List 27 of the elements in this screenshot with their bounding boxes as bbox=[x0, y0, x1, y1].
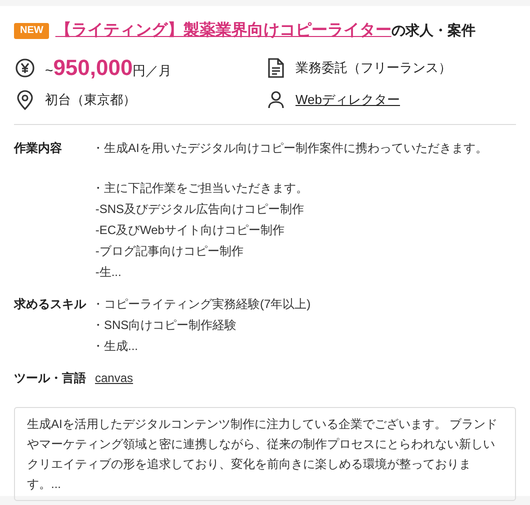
section-label: ツール・言語 bbox=[14, 370, 87, 387]
job-title-link[interactable]: 【ライティング】製薬業界向けコピーライター bbox=[55, 22, 392, 39]
section-label: 作業内容 bbox=[14, 140, 63, 157]
text-line: -SNS及びデジタル広告向けコピー制作 bbox=[94, 201, 306, 218]
text-line: -ブログ記事向けコピー制作 bbox=[94, 243, 244, 260]
contract-type-text: 業務委託（フリーランス） bbox=[296, 59, 452, 78]
location-pin-icon bbox=[17, 90, 33, 110]
company-description: 生成AIを活用したデジタルコンテンツ制作に注力している企業でございます。 ブランドやマーケティング領域と密に連携しながら、従来の制作プロセスにとらわれない新しいクリエイティブの形を追求しており、変化を前向きに楽しめる環境が整っております。... bbox=[27, 416, 499, 493]
person-icon bbox=[268, 91, 284, 109]
text-line: ・コピーライティング実務経験(7年以上) bbox=[92, 296, 311, 313]
salary-unit: 円／月 bbox=[132, 62, 172, 80]
salary-amount: 950,000 bbox=[53, 56, 133, 80]
text-line: ・SNS向けコピー制作経験 bbox=[92, 317, 238, 334]
document-icon bbox=[268, 58, 284, 78]
location-text: 初台（東京都） bbox=[45, 91, 136, 110]
job-category-link[interactable]: Webディレクター bbox=[296, 90, 400, 110]
text-line: ・生成... bbox=[92, 338, 140, 355]
new-badge: NEW bbox=[14, 22, 50, 38]
text-line: ・生成AIを用いたデジタル向けコピー制作案件に携わっていただきます。 bbox=[92, 140, 488, 157]
section-label: 求めるスキル bbox=[14, 296, 88, 313]
text-line: -生... bbox=[94, 264, 122, 281]
tilde-text: ~ bbox=[45, 60, 54, 80]
text-line: ・主に下記作業をご担当いただきます。 bbox=[92, 180, 309, 197]
yen-icon bbox=[15, 58, 35, 78]
tool-tag-link[interactable]: canvas bbox=[95, 368, 134, 389]
text-line: -EC及びWebサイト向けコピー制作 bbox=[94, 222, 286, 239]
title-suffix: の求人・案件 bbox=[391, 22, 476, 38]
